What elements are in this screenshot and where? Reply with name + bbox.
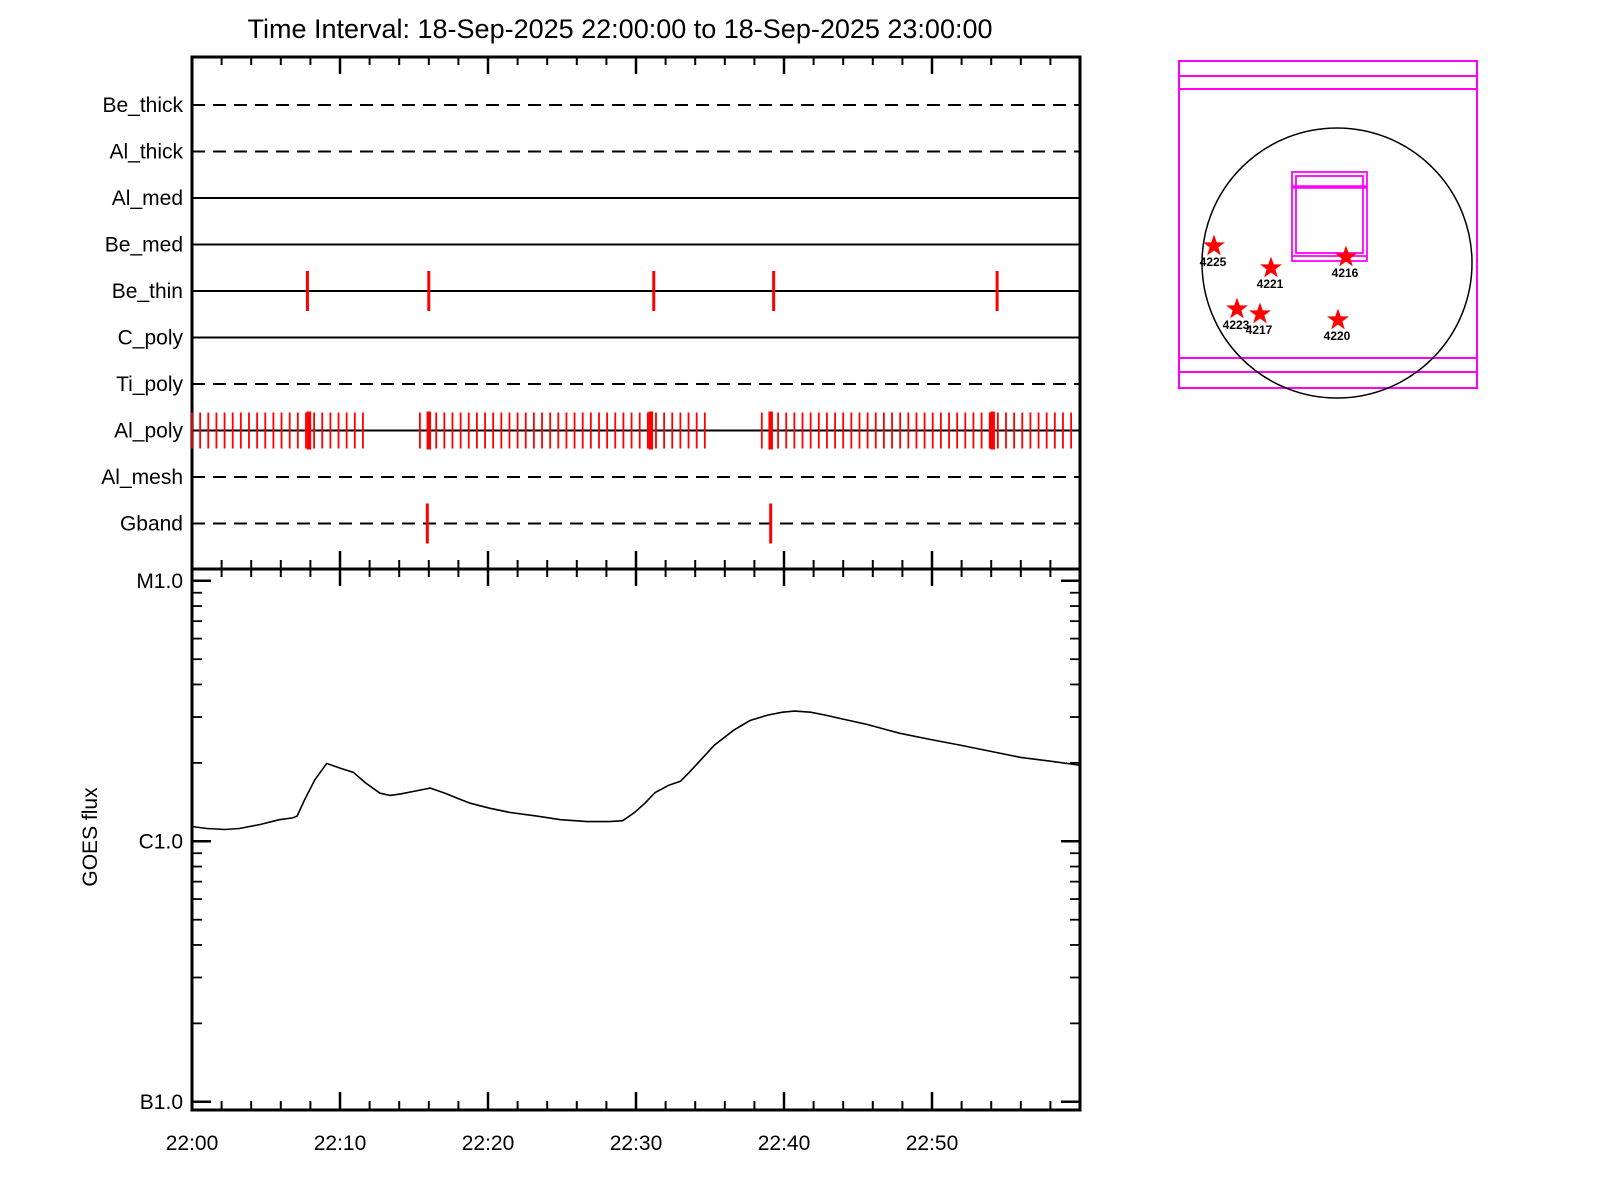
x-axis-label: 22:50 — [906, 1132, 959, 1155]
active-region-label-4216: 4216 — [1332, 266, 1359, 280]
screen: { "title": "Time Interval: 18-Sep-2025 2… — [0, 0, 1600, 1200]
y-axis-label-M1.0: M1.0 — [136, 570, 183, 593]
filter-row-label-Gband: Gband — [120, 513, 183, 536]
goes-flux-curve — [191, 710, 1081, 831]
x-axis-label: 22:30 — [610, 1132, 663, 1155]
x-axis-label: 22:00 — [166, 1132, 219, 1155]
y-axis-label-B1.0: B1.0 — [140, 1091, 183, 1114]
y-axis-label-C1.0: C1.0 — [139, 830, 183, 853]
active-region-label-4217: 4217 — [1246, 323, 1273, 337]
filter-row-label-Al_poly: Al_poly — [114, 420, 183, 443]
filter-row-label-Be_thick: Be_thick — [102, 94, 183, 117]
goes-panel-frame — [190, 567, 1082, 1112]
active-region-label-4221: 4221 — [1257, 277, 1284, 291]
timeline-panel-frame — [190, 55, 1082, 571]
filter-row-label-Be_med: Be_med — [105, 234, 183, 257]
filter-row-label-Ti_poly: Ti_poly — [116, 373, 183, 396]
active-region-star-4221 — [1260, 256, 1282, 278]
active-region-star-4220 — [1327, 308, 1349, 330]
active-region-label-4220: 4220 — [1324, 329, 1351, 343]
filter-row-label-Al_mesh: Al_mesh — [101, 466, 183, 489]
filter-row-label-Be_thin: Be_thin — [112, 280, 183, 303]
filter-row-label-Al_thick: Al_thick — [109, 141, 183, 164]
x-axis-label: 22:40 — [758, 1132, 811, 1155]
active-region-star-4217 — [1249, 302, 1271, 324]
active-region-star-4216 — [1335, 245, 1357, 267]
plot-canvas: Be_thick Al_thick Al_med Be_med Be_thin C_pol… — [79, 55, 1478, 1155]
x-axis-label: 22:20 — [462, 1132, 515, 1155]
active-region-label-4225: 4225 — [1200, 255, 1227, 269]
filter-row-label-Al_med: Al_med — [112, 187, 183, 210]
filter-row-label-C_poly: C_poly — [118, 327, 184, 350]
active-region-star-4225 — [1203, 234, 1225, 256]
active-region-star-4223 — [1226, 297, 1248, 319]
goes-ylabel: GOES flux — [79, 787, 102, 887]
x-axis-label: 22:10 — [314, 1132, 367, 1155]
